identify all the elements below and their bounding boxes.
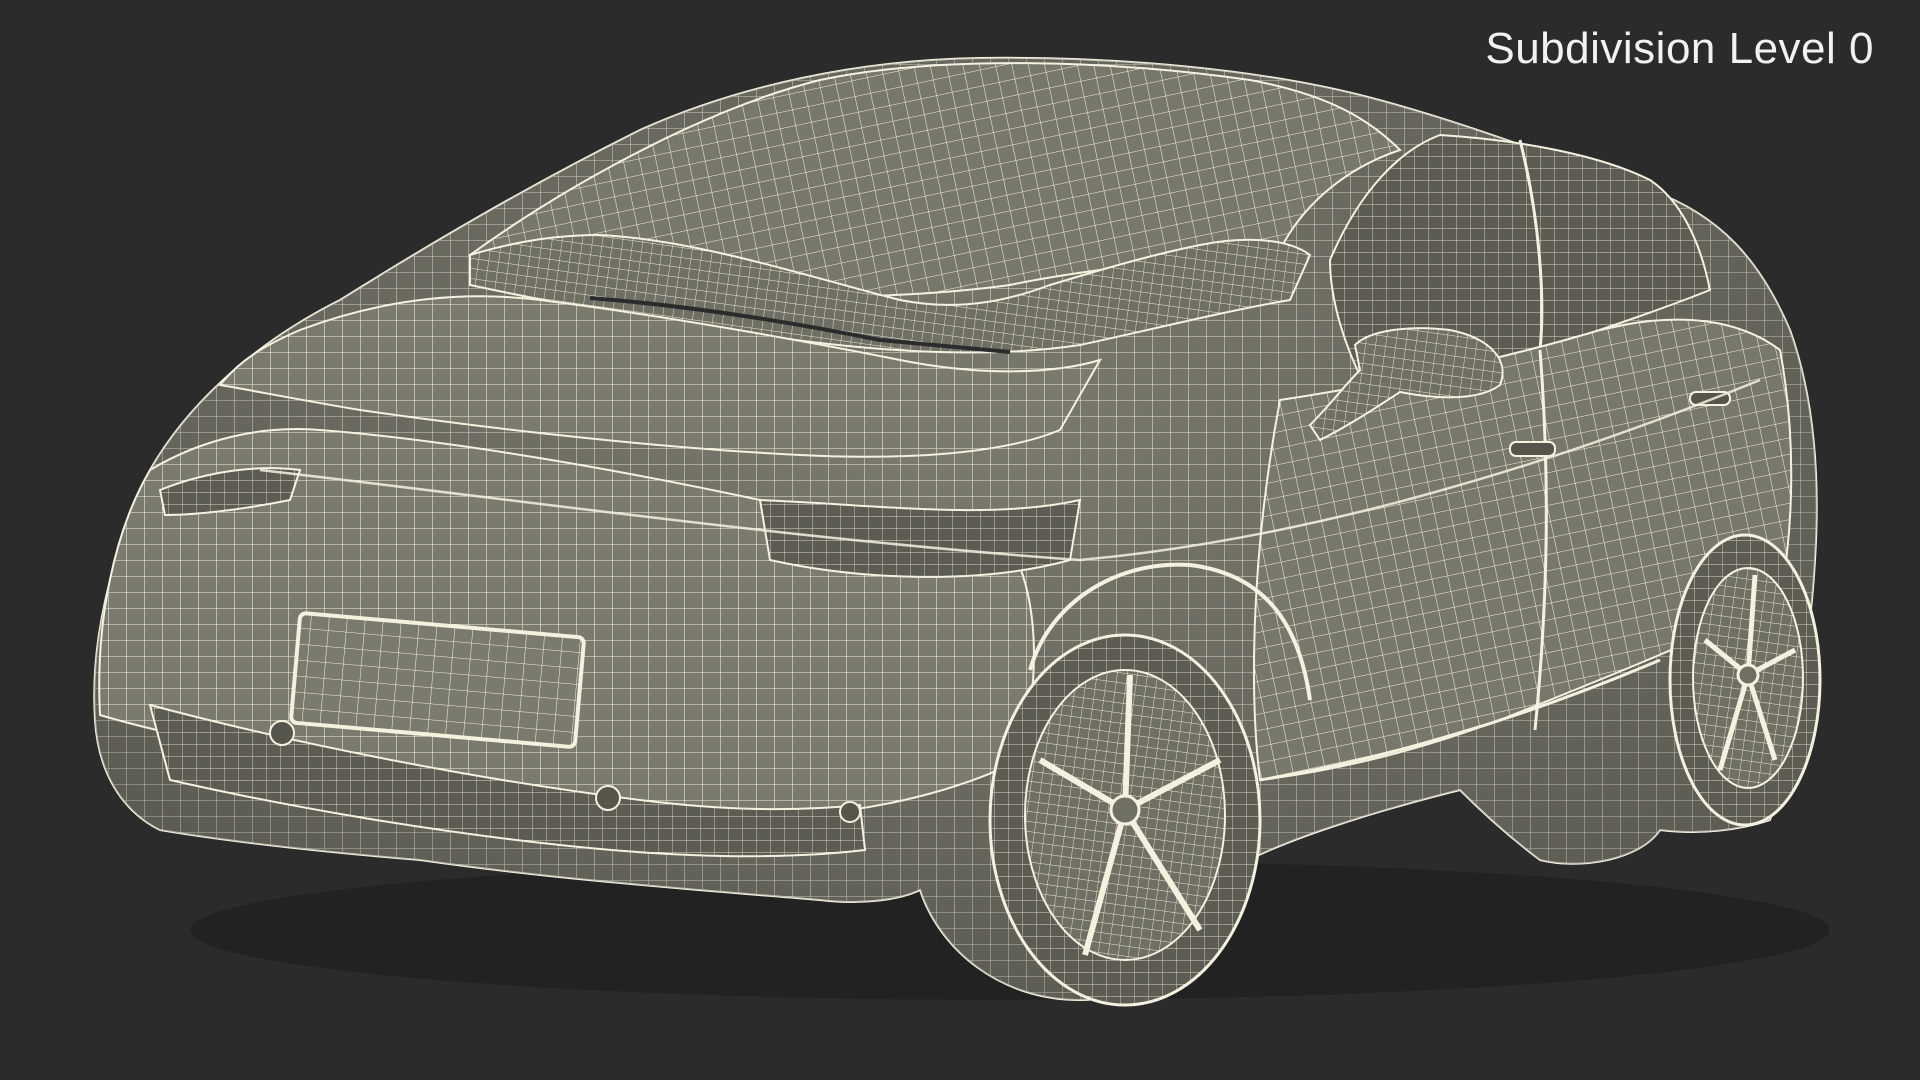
- fog-light-left-icon: [269, 720, 295, 746]
- license-plate: [289, 611, 586, 749]
- door-handle-front-icon: [1509, 441, 1556, 457]
- fog-light-right-icon: [595, 785, 621, 811]
- rear-wheel: [1668, 533, 1822, 827]
- render-viewport: Subdivision Level 0: [0, 0, 1920, 1080]
- wireframe-car-render: [93, 56, 1830, 1007]
- front-wheel: [988, 633, 1262, 1007]
- headlight-right-icon: [758, 498, 1082, 578]
- bumper-sensor-icon: [839, 801, 861, 823]
- subdivision-level-label: Subdivision Level 0: [1485, 24, 1874, 73]
